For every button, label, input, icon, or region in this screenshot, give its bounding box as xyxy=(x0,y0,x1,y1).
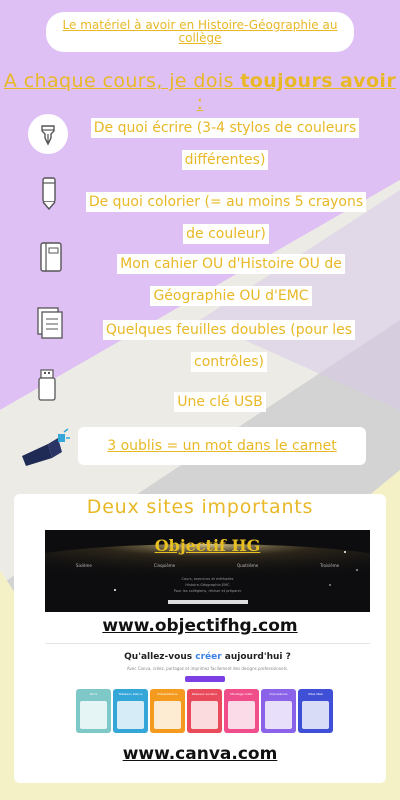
canva-tile-print[interactable]: Impressions xyxy=(261,689,296,733)
canva-screenshot[interactable]: Qu'allez-vous créer aujourd'hui ? Avec C… xyxy=(45,646,370,738)
tile-label: Impressions xyxy=(269,692,288,696)
canva-q-color: créer xyxy=(195,652,222,662)
headline-prefix: A chaque cours, je dois xyxy=(3,70,241,92)
item-writing-label: De quoi écrire (3-4 stylos de couleurs d… xyxy=(90,118,360,170)
tile-label: Sites Web xyxy=(308,692,323,696)
tile-preview xyxy=(265,701,292,729)
headline-bold: toujours avoir xyxy=(240,70,397,92)
pencil-icon xyxy=(30,174,68,212)
sites-title: Deux sites importants xyxy=(86,496,314,518)
objectifhg-link[interactable]: www.objectifhg.com xyxy=(0,616,400,636)
canva-link[interactable]: www.canva.com xyxy=(0,744,400,764)
notebook-icon xyxy=(32,238,70,276)
nav-cinquieme: Cinquième xyxy=(153,563,176,568)
title-card: Le matériel à avoir en Histoire-Géograph… xyxy=(46,12,354,52)
tile-preview xyxy=(191,701,218,729)
tile-label: Réseaux sociaux xyxy=(191,692,218,696)
objectifhg-logo: Objectif HG xyxy=(154,536,261,555)
item-sheets-label: Quelques feuilles doubles (pour les cont… xyxy=(102,320,356,372)
tile-label: Présentations xyxy=(157,692,178,696)
page-title: Le matériel à avoir en Histoire-Géograph… xyxy=(62,18,338,45)
canva-q-after: aujourd'hui ? xyxy=(221,652,291,662)
nav-troisieme: Troisième xyxy=(320,563,340,568)
tile-preview xyxy=(228,701,255,729)
tile-label: Montage vidéo xyxy=(230,692,253,696)
item-usb-label: Une clé USB xyxy=(174,392,266,412)
canva-q-before: Qu'allez-vous xyxy=(124,652,196,662)
callout-text: 3 oublis = un mot dans le carnet xyxy=(107,438,337,454)
canva-tile-docs[interactable]: Docs xyxy=(76,689,111,733)
tile-label: Tableaux blancs xyxy=(118,692,143,696)
nav-quatrieme: Quatrième xyxy=(236,563,259,568)
search-bar xyxy=(168,600,248,604)
canva-tile-video[interactable]: Montage vidéo xyxy=(224,689,259,733)
canva-tile-social[interactable]: Réseaux sociaux xyxy=(187,689,222,733)
fountain-pen-icon xyxy=(28,114,68,154)
item-notebook-label: Mon cahier OU d'Histoire OU de Géographi… xyxy=(117,254,345,306)
canva-tile-whiteboards[interactable]: Tableaux blancs xyxy=(113,689,148,733)
objectifhg-nav: Sixième Cinquième Quatrième Troisième xyxy=(45,563,370,568)
nav-sixieme: Sixième xyxy=(75,563,92,568)
tile-label: Docs xyxy=(89,692,98,696)
item-coloring-label: De quoi colorier (= au moins 5 crayons d… xyxy=(85,192,367,244)
canva-cta-button[interactable] xyxy=(185,676,225,682)
tile-preview xyxy=(117,701,144,729)
objectifhg-intro: Cours, exercices et méthodes Histoire-Gé… xyxy=(155,576,260,594)
document-pages-icon xyxy=(30,304,68,342)
item-writing: De quoi écrire (3-4 stylos de couleurs d… xyxy=(80,112,370,176)
item-usb: Une clé USB xyxy=(160,386,280,418)
headline-suffix: : xyxy=(196,92,204,114)
divider xyxy=(45,643,370,644)
tile-preview xyxy=(154,701,181,729)
canva-subtitle: Avec Canva, créez, partagez et imprimez … xyxy=(126,666,289,671)
canva-headline: Qu'allez-vous créer aujourd'hui ? xyxy=(45,652,370,662)
intro-line: Pour les collégiens, réviser et préparer xyxy=(173,589,242,593)
tile-preview xyxy=(302,701,329,729)
canva-tile-websites[interactable]: Sites Web xyxy=(298,689,333,733)
tile-preview xyxy=(80,701,107,729)
usb-key-icon xyxy=(28,366,66,404)
item-sheets: Quelques feuilles doubles (pour les cont… xyxy=(84,314,374,378)
headline: A chaque cours, je dois toujours avoir : xyxy=(0,70,400,114)
item-coloring: De quoi colorier (= au moins 5 crayons d… xyxy=(78,186,374,250)
canva-tile-presentations[interactable]: Présentations xyxy=(150,689,185,733)
item-notebook: Mon cahier OU d'Histoire OU de Géographi… xyxy=(100,248,362,312)
objectifhg-screenshot[interactable]: Objectif HG Sixième Cinquième Quatrième … xyxy=(45,530,370,612)
megaphone-icon xyxy=(18,428,70,468)
forget-rule-callout: 3 oublis = un mot dans le carnet xyxy=(78,427,366,465)
